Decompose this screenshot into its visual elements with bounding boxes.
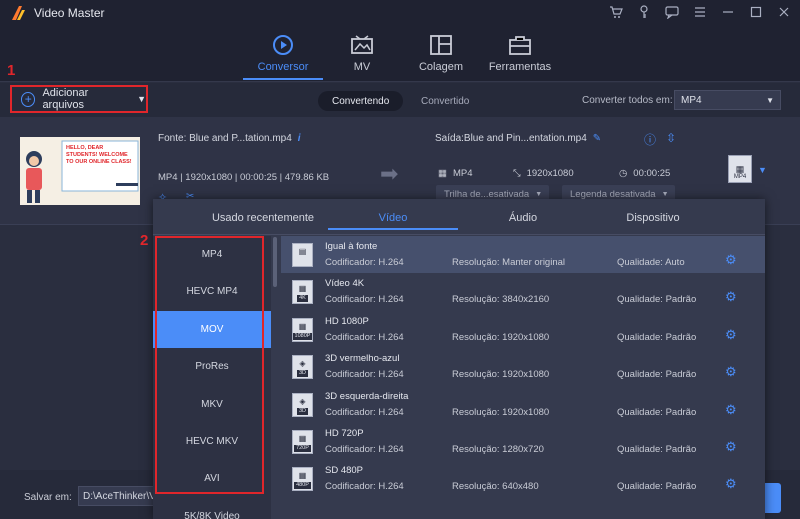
add-files-label: Adicionar arquivos — [42, 87, 89, 111]
annotation-box-2 — [155, 236, 264, 494]
resize-icon: ⤡ — [513, 168, 521, 179]
main-nav: Conversor MV Colagem Ferramentas — [0, 26, 800, 82]
popup-tabs: Usado recentemente Vídeo Áudio Dispositi… — [153, 199, 765, 235]
output-duration: ◷ 00:00:25 — [619, 168, 671, 179]
output-format: ▦ MP4 — [438, 168, 473, 179]
gear-icon[interactable]: ⚙ — [725, 253, 739, 267]
add-files-button[interactable]: + Adicionar arquivos ▼ — [10, 85, 148, 113]
chevron-down-icon[interactable]: ▼ — [137, 94, 146, 104]
tab-converted[interactable]: Convertido — [407, 91, 483, 111]
menu-icon[interactable] — [692, 4, 708, 20]
annotation-marker-2: 2 — [140, 232, 149, 249]
output-resolution: ⤡ 1920x1080 — [513, 168, 574, 179]
thumbnail-text: HELLO, DEAR STUDENTS! WELCOME TO OUR ONL… — [66, 145, 132, 165]
film-icon: ▦ 1080P — [292, 318, 313, 342]
feedback-icon[interactable] — [664, 4, 680, 20]
gear-icon[interactable]: ⚙ — [725, 328, 739, 342]
tab-collage[interactable]: Colagem — [401, 34, 481, 73]
preset-row[interactable]: ▦ 4K Vídeo 4K Codificador: H.264 Resoluçã… — [281, 273, 765, 310]
annotation-marker-1: 1 — [7, 62, 16, 79]
chevron-down-icon[interactable]: ▼ — [758, 165, 767, 175]
info-icon[interactable]: i — [298, 133, 301, 144]
convert-all-label: Converter todos em: — [582, 95, 673, 106]
app-logo-icon — [12, 6, 25, 20]
convert-all-button[interactable] — [765, 483, 781, 513]
plus-icon: + — [21, 91, 36, 107]
active-tab-indicator — [243, 78, 323, 80]
preset-row[interactable]: ◈ 3D 3D esquerda-direita Codificador: H.2… — [281, 386, 765, 423]
preset-list: ▤ Igual à fonte Codificador: H.264 Resol… — [281, 236, 765, 519]
output-format-chip[interactable]: ▦ MP4 — [728, 155, 752, 183]
tab-video[interactable]: Vídeo — [323, 212, 463, 224]
tab-mv[interactable]: MV — [322, 34, 402, 73]
chevron-down-icon: ▼ — [535, 190, 543, 198]
output-filename: Saída:Blue and Pin...entation.mp4 ✎ — [435, 133, 602, 144]
source-metadata: MP4 | 1920x1080 | 00:00:25 | 479.86 KB — [158, 172, 330, 183]
merge-icon[interactable]: ⇳ — [666, 131, 676, 148]
gear-icon[interactable]: ⚙ — [725, 477, 739, 491]
mv-icon — [351, 35, 373, 54]
arrow-right-icon: ➡ — [380, 161, 399, 186]
gear-icon[interactable]: ⚙ — [725, 403, 739, 417]
preset-row[interactable]: ▦ 1080P HD 1080P Codificador: H.264 Resol… — [281, 311, 765, 348]
film-icon: ▦ 720P — [292, 430, 313, 454]
film-icon: ▦ 480P — [292, 467, 313, 491]
collage-icon — [430, 35, 452, 55]
format-list-scrollbar[interactable] — [273, 237, 277, 287]
toolbar: + Adicionar arquivos ▼ Convertendo Conve… — [0, 83, 800, 117]
tab-converting[interactable]: Convertendo — [318, 91, 404, 111]
tab-tools[interactable]: Ferramentas — [480, 34, 560, 73]
close-icon[interactable] — [776, 4, 792, 20]
cart-icon[interactable] — [608, 4, 624, 20]
key-icon[interactable] — [636, 4, 652, 20]
video-thumbnail[interactable]: HELLO, DEAR STUDENTS! WELCOME TO OUR ONL… — [20, 137, 140, 205]
info-circle-icon[interactable]: ⓘ — [644, 131, 656, 148]
maximize-icon[interactable] — [748, 4, 764, 20]
cube-icon: ◈ 3D — [292, 393, 313, 417]
gear-icon[interactable]: ⚙ — [725, 365, 739, 379]
preset-row[interactable]: ▦ 720P HD 720P Codificador: H.264 Resoluç… — [281, 423, 765, 460]
film-icon: ▦ — [735, 164, 745, 174]
format-item-5k8k[interactable]: 5K/8K Video — [153, 498, 271, 519]
tab-audio[interactable]: Áudio — [453, 212, 593, 224]
chevron-down-icon: ▼ — [766, 95, 774, 105]
gear-icon[interactable]: ⚙ — [725, 440, 739, 454]
film-icon: ▦ 4K — [292, 280, 313, 304]
save-to-label: Salvar em: — [24, 492, 72, 503]
minimize-icon[interactable] — [720, 4, 736, 20]
preset-row[interactable]: ◈ 3D 3D vermelho-azul Codificador: H.264 … — [281, 348, 765, 385]
window-controls — [608, 4, 792, 20]
film-icon: ▦ — [438, 168, 447, 179]
gear-icon[interactable]: ⚙ — [725, 290, 739, 304]
tab-converter[interactable]: Conversor — [243, 34, 323, 73]
tab-device[interactable]: Dispositivo — [583, 212, 723, 224]
save-path-field[interactable]: D:\AceThinker\Video Master — [78, 486, 158, 506]
edit-icon[interactable]: ✎ — [593, 133, 601, 144]
active-popup-tab-indicator — [328, 228, 458, 230]
clock-icon: ◷ — [619, 168, 628, 179]
convert-icon — [273, 35, 293, 55]
preset-row[interactable]: ▤ Igual à fonte Codificador: H.264 Resol… — [281, 236, 765, 273]
source-filename: Fonte: Blue and P...tation.mp4 i — [158, 133, 301, 144]
chevron-down-icon: ▼ — [661, 190, 669, 198]
row-actions: ⓘ ⇳ — [644, 131, 676, 148]
convert-all-select[interactable]: MP4 ▼ — [674, 90, 781, 110]
app-title: Video Master — [34, 6, 105, 20]
preset-row[interactable]: ▦ 480P SD 480P Codificador: H.264 Resoluç… — [281, 460, 765, 497]
toolbox-icon — [509, 36, 531, 55]
same-source-icon: ▤ — [292, 243, 313, 267]
tab-recent[interactable]: Usado recentemente — [193, 212, 333, 224]
cube-icon: ◈ 3D — [292, 355, 313, 379]
title-bar: Video Master — [0, 0, 800, 26]
